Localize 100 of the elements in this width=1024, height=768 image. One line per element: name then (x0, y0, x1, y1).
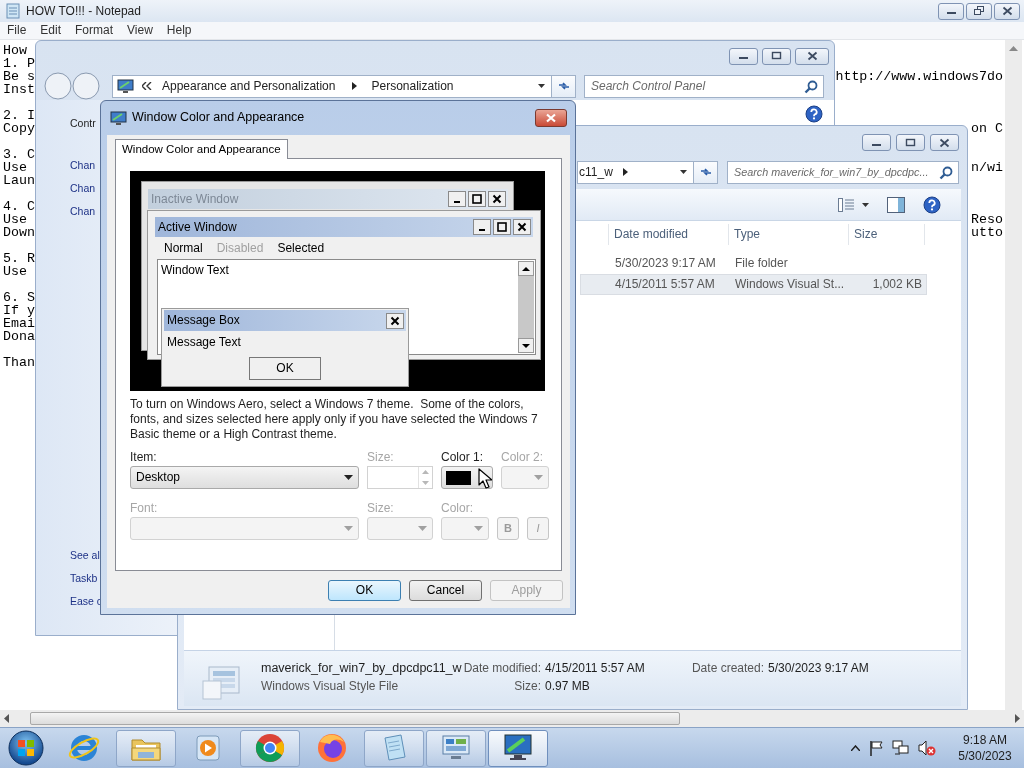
sidebar-link[interactable]: Taskb (70, 571, 98, 585)
breadcrumb-item[interactable]: Appearance and Personalization (162, 78, 336, 94)
dialog-button[interactable]: OK (328, 580, 401, 602)
chevron-icon[interactable] (142, 82, 152, 90)
file-row[interactable]: 4/15/2011 5:57 AM Windows Visual St... 1,002 KB (580, 274, 927, 295)
tab[interactable]: Window Color and Appearance (115, 139, 288, 160)
file-row[interactable]: 5/30/2023 9:17 AM File folder (580, 253, 927, 274)
document-text: on C (971, 122, 1003, 135)
sidebar-link[interactable]: See al (70, 548, 100, 562)
close-button[interactable] (386, 312, 404, 329)
column-header[interactable]: Type (729, 224, 849, 245)
address-bar[interactable]: c11_w (577, 160, 694, 184)
vertical-scrollbar[interactable] (1005, 40, 1022, 710)
search-icon[interactable] (804, 79, 818, 94)
sidebar-link[interactable]: Chan (70, 159, 96, 173)
ok-button[interactable]: OK (249, 357, 321, 381)
search-field[interactable]: Search Control Panel (584, 74, 824, 98)
flag-icon[interactable] (868, 740, 884, 756)
preview-pane-icon[interactable] (887, 196, 905, 213)
menu-item[interactable]: View (120, 23, 160, 38)
restore-icon[interactable] (973, 6, 985, 16)
close-icon[interactable] (939, 137, 950, 148)
scroll-up-icon[interactable] (1009, 46, 1018, 52)
view-list-icon[interactable] (838, 197, 854, 212)
minimize-button[interactable] (473, 219, 491, 236)
maximize-button[interactable] (493, 219, 511, 236)
property-value: 0.97 MB (545, 678, 591, 695)
close-icon[interactable] (390, 315, 400, 326)
maximize-icon[interactable] (472, 194, 482, 205)
search-icon[interactable] (939, 165, 953, 180)
maximize-button[interactable] (468, 191, 486, 208)
maximize-icon[interactable] (497, 222, 507, 233)
sidebar-link[interactable]: Chan (70, 205, 96, 219)
sidebar-link[interactable]: Chan (70, 182, 96, 196)
menu-item[interactable]: Help (159, 23, 199, 38)
column-header[interactable]: Date modified (609, 224, 729, 245)
help-icon[interactable] (923, 195, 941, 214)
close-button[interactable] (513, 219, 531, 236)
refresh-button[interactable] (694, 160, 718, 184)
help-icon[interactable] (805, 105, 823, 123)
maximize-icon[interactable] (771, 51, 782, 61)
scrollbar-thumb[interactable] (30, 712, 680, 725)
document-text: How (3, 44, 27, 57)
close-button[interactable] (930, 134, 959, 151)
close-icon[interactable] (517, 222, 527, 233)
property-label: Size: (513, 678, 542, 695)
caret-icon[interactable] (622, 168, 628, 176)
caret-icon[interactable] (352, 82, 358, 90)
breadcrumb-item[interactable]: Personalization (371, 78, 454, 94)
document-text: Use (3, 213, 27, 226)
start-button[interactable] (8, 730, 44, 766)
address-bar[interactable]: Appearance and Personalization Personalization (112, 74, 552, 98)
minimize-button[interactable] (448, 191, 466, 208)
close-icon[interactable] (492, 194, 502, 205)
column-header[interactable]: Size (849, 224, 925, 245)
maximize-icon[interactable] (905, 137, 916, 148)
clock[interactable]: 9:18 AM 5/30/2023 (954, 732, 1016, 764)
scroll-right-icon[interactable] (1014, 714, 1020, 723)
document-text: Use (3, 161, 27, 174)
dropdown-arrow-icon[interactable] (680, 170, 687, 174)
close-icon[interactable] (806, 51, 818, 61)
document-text: n/wi (971, 161, 1003, 174)
maximize-button[interactable] (896, 134, 925, 151)
menu-item[interactable]: Format (68, 23, 121, 38)
show-hidden-icons-button[interactable] (851, 745, 860, 751)
breadcrumb-item[interactable]: c11_w (579, 164, 613, 180)
sidebar-link[interactable]: Contr (70, 117, 96, 131)
scroll-left-icon[interactable] (4, 714, 10, 723)
window-title: Window Color and Appearance (132, 110, 305, 126)
document-text: Use (3, 265, 27, 278)
menu-item[interactable]: File (0, 23, 34, 38)
table-cell-text: Windows Visual St... (734, 277, 846, 292)
dropdown[interactable]: Desktop (130, 466, 359, 490)
close-button[interactable] (488, 191, 506, 208)
dropdown-arrow-icon[interactable] (538, 84, 545, 88)
dropdown-arrow-icon[interactable] (862, 202, 869, 207)
minimize-button[interactable] (862, 134, 891, 151)
search-field[interactable]: Search maverick_for_win7_by_dpcdpc... (727, 160, 959, 184)
close-button[interactable] (535, 109, 567, 127)
dropdown-arrow-icon[interactable] (344, 475, 353, 481)
document-text: 5. R (3, 252, 35, 265)
horizontal-scrollbar[interactable] (0, 710, 1024, 727)
document-text: 4. C (3, 200, 35, 213)
refresh-button[interactable] (552, 74, 576, 98)
maximize-button[interactable] (966, 2, 992, 20)
close-icon[interactable] (1001, 6, 1013, 16)
close-button[interactable] (994, 2, 1020, 20)
taskbar-button[interactable] (488, 729, 548, 767)
view-menu-button[interactable] (838, 197, 869, 212)
muted-speaker-icon[interactable] (918, 740, 936, 756)
maximize-button[interactable] (762, 47, 791, 65)
close-button[interactable] (795, 47, 829, 65)
minimize-button[interactable] (729, 47, 758, 65)
menu-item: Disabled (215, 241, 265, 257)
minimize-button[interactable] (938, 2, 964, 20)
dialog-button[interactable]: Cancel (409, 580, 482, 602)
message-text: Message Text (167, 335, 241, 351)
window-text: Window Text (161, 263, 229, 279)
network-icon[interactable] (892, 740, 910, 756)
menu-item[interactable]: Edit (33, 23, 69, 38)
